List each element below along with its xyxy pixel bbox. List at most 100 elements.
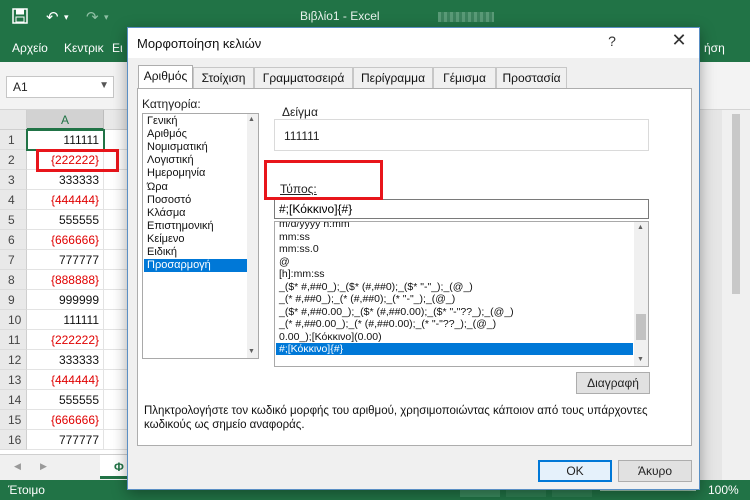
- row-header[interactable]: 14: [0, 390, 27, 410]
- category-item[interactable]: Ειδική: [144, 246, 247, 259]
- dialog-titlebar[interactable]: Μορφοποίηση κελιών ? ✕: [128, 28, 699, 58]
- format-code-item[interactable]: mm:ss: [276, 231, 633, 243]
- format-code-item[interactable]: [h]:mm:ss: [276, 268, 633, 280]
- category-list[interactable]: Γενική Αριθμός Νομισματική Λογιστική Ημερομη…: [142, 113, 259, 359]
- scrollbar-thumb[interactable]: [636, 314, 646, 340]
- ribbon-tab-insert[interactable]: Ει: [112, 41, 123, 55]
- format-code-list[interactable]: m/d/yyyy h:mm mm:ss mm:ss.0 @ [h]:mm:ss _($* …: [274, 221, 649, 367]
- row-header[interactable]: 9: [0, 290, 27, 310]
- tab-protection[interactable]: Προστασία: [496, 67, 567, 89]
- category-item[interactable]: Κλάσμα: [144, 207, 247, 220]
- format-code-item[interactable]: _($* #,##0_);_($* (#,##0);_($* "-"_);_(@…: [276, 281, 633, 293]
- category-scrollbar[interactable]: ▲ ▼: [247, 114, 258, 358]
- delete-button[interactable]: Διαγραφή: [576, 372, 650, 394]
- select-all-corner[interactable]: [0, 110, 27, 130]
- format-code-item[interactable]: mm:ss.0: [276, 243, 633, 255]
- scroll-down-icon[interactable]: ▼: [637, 356, 644, 363]
- row-header[interactable]: 6: [0, 230, 27, 250]
- cell-a[interactable]: 777777: [27, 430, 104, 450]
- tab-alignment[interactable]: Στοίχιση: [193, 67, 254, 89]
- close-button[interactable]: ✕: [668, 30, 690, 51]
- category-item[interactable]: Ώρα: [144, 181, 247, 194]
- cell-a[interactable]: {444444}: [27, 370, 104, 390]
- cell-a[interactable]: {666666}: [27, 410, 104, 430]
- cell-a[interactable]: 555555: [27, 210, 104, 230]
- next-sheet-icon[interactable]: ▶: [40, 461, 47, 472]
- format-list-scrollbar[interactable]: ▲ ▼: [634, 222, 648, 366]
- scrollbar-thumb[interactable]: [732, 114, 740, 294]
- category-item[interactable]: Γενική: [144, 115, 247, 128]
- format-code-item[interactable]: @: [276, 256, 633, 268]
- cell-a[interactable]: {222222}: [27, 330, 104, 350]
- row-header[interactable]: 1: [0, 130, 27, 150]
- format-code-item[interactable]: 0.00_);[Κόκκινο](0.00): [276, 331, 633, 343]
- name-box[interactable]: A1 ▼: [6, 76, 114, 98]
- row-header[interactable]: 12: [0, 350, 27, 370]
- sheet-tab[interactable]: Φ: [100, 455, 130, 479]
- help-button[interactable]: ?: [602, 33, 622, 49]
- redo-dropdown-icon[interactable]: ▾: [104, 12, 109, 23]
- ribbon-tab-home[interactable]: Κεντρικ: [64, 41, 104, 55]
- category-item[interactable]: Κείμενο: [144, 233, 247, 246]
- format-code-item[interactable]: #;[Κόκκινο]{#}: [276, 343, 633, 355]
- category-item[interactable]: Αριθμός: [144, 128, 247, 141]
- category-item[interactable]: Ποσοστό: [144, 194, 247, 207]
- cell-a[interactable]: {444444}: [27, 190, 104, 210]
- cell-a[interactable]: 111111: [27, 310, 104, 330]
- category-item[interactable]: Λογιστική: [144, 154, 247, 167]
- sample-group: [274, 119, 649, 151]
- scroll-up-icon[interactable]: ▲: [637, 224, 644, 231]
- cell-a[interactable]: 999999: [27, 290, 104, 310]
- undo-dropdown-icon[interactable]: ▾: [64, 12, 69, 23]
- row-header[interactable]: 4: [0, 190, 27, 210]
- row-header[interactable]: 16: [0, 430, 27, 450]
- format-code-item[interactable]: m/d/yyyy h:mm: [276, 222, 633, 230]
- zoom-level[interactable]: 100%: [708, 483, 739, 497]
- cell-a[interactable]: 555555: [27, 390, 104, 410]
- category-item[interactable]: Νομισματική: [144, 141, 247, 154]
- format-code-item[interactable]: _($* #,##0.00_);_($* (#,##0.00);_($* "-"…: [276, 306, 633, 318]
- cell-a[interactable]: 777777: [27, 250, 104, 270]
- tab-border[interactable]: Περίγραμμα: [353, 67, 433, 89]
- row-header[interactable]: 11: [0, 330, 27, 350]
- cell-a[interactable]: {888888}: [27, 270, 104, 290]
- scroll-down-icon[interactable]: ▼: [248, 348, 255, 355]
- row-header[interactable]: 2: [0, 150, 27, 170]
- type-input[interactable]: [274, 199, 649, 219]
- tab-number[interactable]: Αριθμός: [138, 65, 193, 89]
- cancel-button[interactable]: Άκυρο: [618, 460, 692, 482]
- row-header[interactable]: 3: [0, 170, 27, 190]
- row-header[interactable]: 5: [0, 210, 27, 230]
- ribbon-tab-file[interactable]: Αρχείο: [12, 41, 48, 55]
- chevron-down-icon[interactable]: ▼: [99, 80, 109, 91]
- vertical-scrollbar[interactable]: [722, 110, 750, 480]
- category-item[interactable]: Επιστημονική: [144, 220, 247, 233]
- highlight-box-type: [264, 160, 383, 200]
- tab-fill[interactable]: Γέμισμα: [433, 67, 496, 89]
- column-header-a[interactable]: A: [27, 110, 104, 130]
- scroll-up-icon[interactable]: ▲: [248, 116, 255, 123]
- row-header[interactable]: 10: [0, 310, 27, 330]
- cell-a[interactable]: 333333: [27, 350, 104, 370]
- redo-icon[interactable]: ↷: [86, 8, 99, 26]
- row-header[interactable]: 7: [0, 250, 27, 270]
- cell-a[interactable]: 333333: [27, 170, 104, 190]
- category-item[interactable]: Προσαρμογή: [144, 259, 247, 273]
- undo-icon[interactable]: ↶: [46, 8, 59, 26]
- prev-sheet-icon[interactable]: ◀: [14, 461, 21, 472]
- ribbon-tab-right[interactable]: ήση: [704, 41, 725, 55]
- format-cells-dialog: Μορφοποίηση κελιών ? ✕ Αριθμός Στοίχιση …: [127, 27, 700, 490]
- format-code-item[interactable]: _(* #,##0_);_(* (#,##0);_(* "-"_);_(@_): [276, 293, 633, 305]
- format-code-item[interactable]: _(* #,##0.00_);_(* (#,##0.00);_(* "-"??_…: [276, 318, 633, 330]
- row-header[interactable]: 13: [0, 370, 27, 390]
- cell-a[interactable]: {666666}: [27, 230, 104, 250]
- tab-font[interactable]: Γραμματοσειρά: [254, 67, 353, 89]
- category-label: Κατηγορία:: [142, 97, 201, 111]
- row-header[interactable]: 15: [0, 410, 27, 430]
- sheet-tab-bar: ◀ ▶ Φ: [0, 454, 130, 480]
- status-ready: Έτοιμο: [8, 483, 45, 497]
- category-item[interactable]: Ημερομηνία: [144, 167, 247, 180]
- save-icon[interactable]: [12, 8, 28, 28]
- row-header[interactable]: 8: [0, 270, 27, 290]
- ok-button[interactable]: OK: [538, 460, 612, 482]
